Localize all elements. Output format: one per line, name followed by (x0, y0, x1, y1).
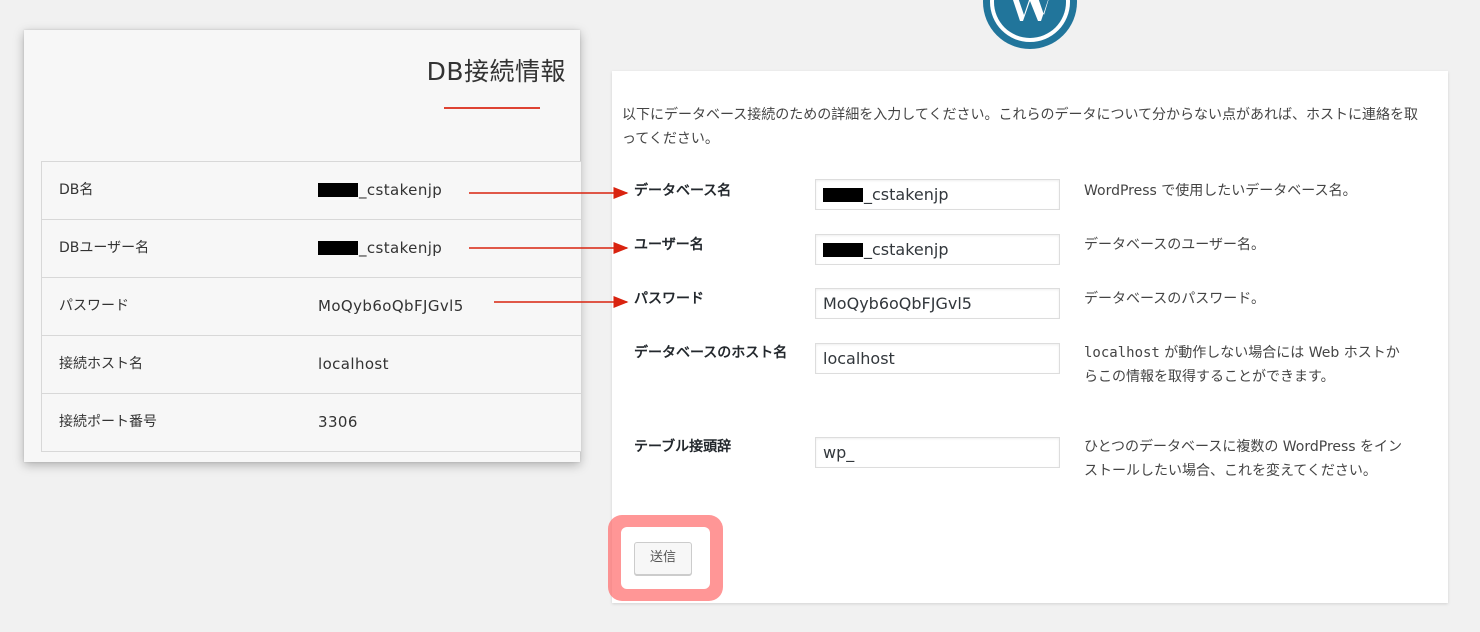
redaction-bar (318, 183, 358, 197)
password-input[interactable]: MoQyb6oQbFJGvl5 (815, 288, 1060, 319)
wordpress-logo-icon (983, 0, 1077, 49)
setup-intro-text: 以下にデータベース接続のための詳細を入力してください。これらのデータについて分か… (622, 107, 1419, 147)
field-label-prefix: テーブル接頭辞 (634, 439, 732, 455)
db-info-row-host: 接続ホスト名 localhost (42, 336, 581, 394)
redaction-bar (318, 241, 358, 255)
db-info-value-text: _cstakenjp (359, 239, 443, 257)
field-label-password: パスワード (634, 291, 704, 307)
db-info-value: _cstakenjp (318, 239, 442, 257)
db-info-row-dbuser: DBユーザー名 _cstakenjp (42, 220, 581, 278)
table-prefix-input[interactable]: wp_ (815, 437, 1060, 468)
db-info-row-dbname: DB名 _cstakenjp (42, 162, 581, 220)
username-input[interactable]: _cstakenjp (815, 234, 1060, 265)
redaction-bar (823, 243, 863, 257)
field-label-host: データベースのホスト名 (634, 345, 788, 361)
db-info-value: _cstakenjp (318, 181, 442, 199)
db-info-table: DB名 _cstakenjp DBユーザー名 _cstakenjp パスワード … (41, 161, 581, 452)
db-info-label: DB名 (59, 182, 94, 198)
field-desc-host: localhost が動作しない場合には Web ホストからこの情報を取得するこ… (1084, 341, 1409, 389)
dbname-input[interactable]: _cstakenjp (815, 179, 1060, 210)
db-info-row-password: パスワード MoQyb6oQbFJGvl5 (42, 278, 581, 336)
db-info-label: 接続ホスト名 (59, 356, 143, 372)
db-info-row-port: 接続ポート番号 3306 (42, 394, 581, 451)
db-info-label: DBユーザー名 (59, 240, 150, 256)
db-info-title: DB接続情報 (426, 57, 566, 86)
code-localhost: localhost (1084, 345, 1160, 361)
db-info-label: 接続ポート番号 (59, 414, 157, 430)
submit-button[interactable]: 送信 (634, 542, 692, 575)
field-label-dbname: データベース名 (634, 183, 732, 199)
db-info-label: パスワード (59, 298, 129, 314)
redaction-bar (823, 188, 863, 202)
dbname-input-value: _cstakenjp (864, 185, 949, 204)
db-info-card: DB接続情報 DB名 _cstakenjp DBユーザー名 _cstakenjp… (24, 30, 581, 462)
username-input-value: _cstakenjp (864, 240, 949, 259)
field-desc-prefix: ひとつのデータベースに複数の WordPress をインストールしたい場合、これ… (1084, 439, 1403, 479)
db-info-value-text: _cstakenjp (359, 181, 443, 199)
db-info-value: MoQyb6oQbFJGvl5 (318, 297, 464, 315)
db-info-value: localhost (318, 355, 389, 373)
wordpress-setup-panel: 以下にデータベース接続のための詳細を入力してください。これらのデータについて分か… (612, 71, 1448, 603)
field-label-username: ユーザー名 (634, 237, 704, 253)
host-input[interactable]: localhost (815, 343, 1060, 374)
db-info-value: 3306 (318, 413, 358, 431)
field-desc-dbname: WordPress で使用したいデータベース名。 (1084, 183, 1357, 199)
field-desc-password: データベースのパスワード。 (1084, 291, 1266, 307)
title-underline (444, 107, 540, 109)
field-desc-username: データベースのユーザー名。 (1084, 237, 1266, 253)
